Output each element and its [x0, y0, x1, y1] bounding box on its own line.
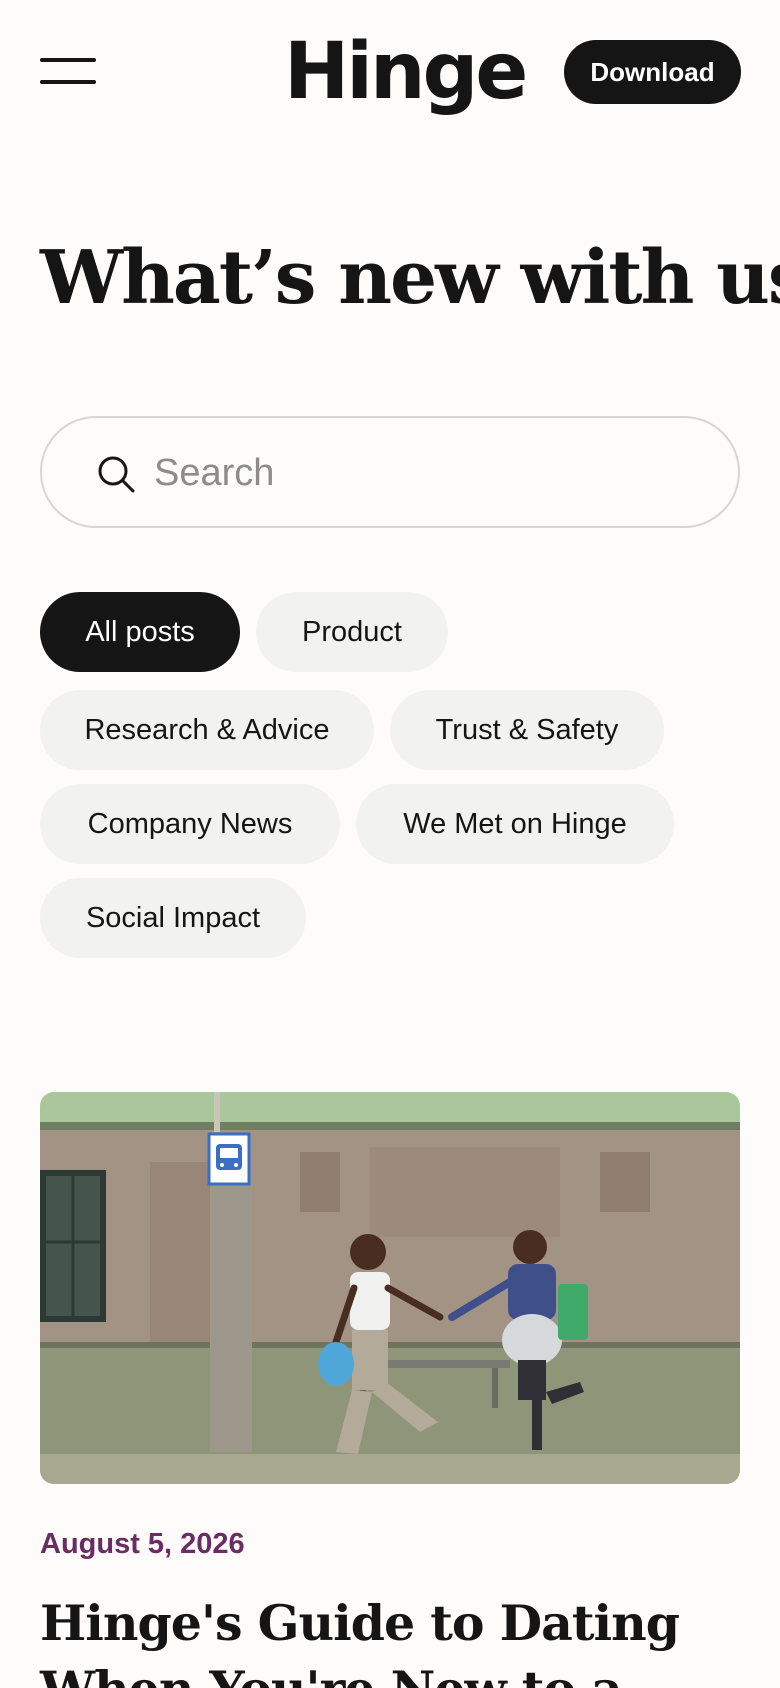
- download-button[interactable]: Download: [564, 40, 741, 104]
- search-input[interactable]: [154, 444, 694, 502]
- article-photo: [40, 1092, 740, 1484]
- filter-chip-social-impact[interactable]: Social Impact: [40, 878, 306, 958]
- filter-chip-company-news[interactable]: Company News: [40, 784, 340, 864]
- hamburger-menu-icon[interactable]: [40, 58, 96, 86]
- search-icon: [98, 456, 135, 493]
- page-title: What’s new with us: [40, 235, 780, 321]
- search-bar[interactable]: [40, 416, 740, 528]
- filter-chip-product[interactable]: Product: [256, 592, 448, 672]
- page: Hinge Download What’s new with us All po…: [0, 0, 780, 1688]
- filter-chip-all-posts[interactable]: All posts: [40, 592, 240, 672]
- logo[interactable]: Hinge: [284, 22, 528, 122]
- site-header: Hinge Download: [0, 0, 780, 145]
- bus-stop-icon: [207, 1132, 251, 1186]
- filter-chip-trust-safety[interactable]: Trust & Safety: [390, 690, 664, 770]
- article-title[interactable]: Hinge's Guide to Dating When You're New …: [40, 1590, 740, 1688]
- filter-chip-we-met-on-hinge[interactable]: We Met on Hinge: [356, 784, 674, 864]
- article-hero-image[interactable]: [40, 1092, 740, 1484]
- article-date: August 5, 2026: [40, 1528, 245, 1560]
- filter-chip-research-advice[interactable]: Research & Advice: [40, 690, 374, 770]
